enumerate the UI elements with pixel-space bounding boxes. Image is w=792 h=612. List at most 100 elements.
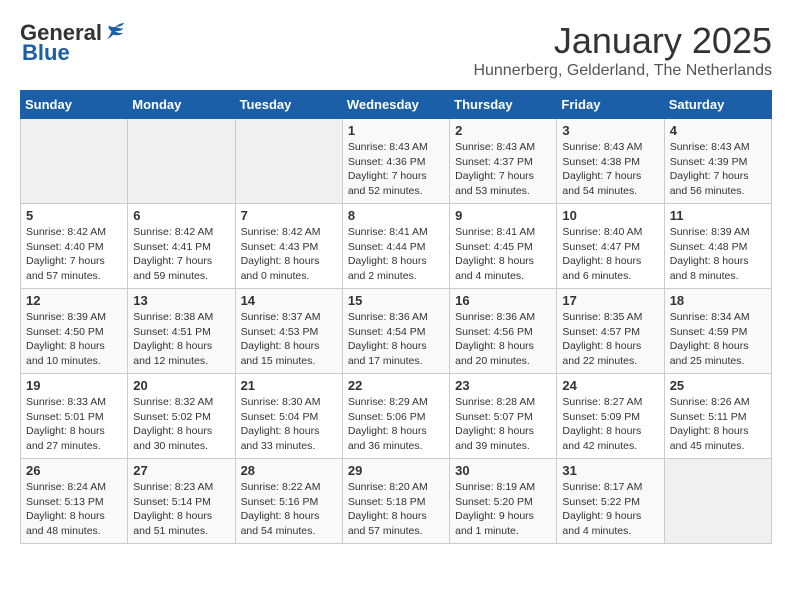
calendar-cell: 10 Sunrise: 8:40 AM Sunset: 4:47 PM Dayli… xyxy=(557,204,664,289)
calendar-cell: 21 Sunrise: 8:30 AM Sunset: 5:04 PM Dayli… xyxy=(235,374,342,459)
calendar-cell: 6 Sunrise: 8:42 AM Sunset: 4:41 PM Daylig… xyxy=(128,204,235,289)
day-number: 26 xyxy=(26,463,122,478)
day-number: 24 xyxy=(562,378,658,393)
day-info: Sunrise: 8:24 AM Sunset: 5:13 PM Dayligh… xyxy=(26,480,122,539)
calendar-cell: 2Sunrise: 8:43 AM Sunset: 4:37 PM Daylig… xyxy=(450,119,557,204)
calendar-cell: 14 Sunrise: 8:37 AM Sunset: 4:53 PM Dayli… xyxy=(235,289,342,374)
calendar-cell: 24Sunrise: 8:27 AM Sunset: 5:09 PM Dayli… xyxy=(557,374,664,459)
week-row-4: 19Sunrise: 8:33 AM Sunset: 5:01 PM Dayli… xyxy=(21,374,772,459)
calendar-table: SundayMondayTuesdayWednesdayThursdayFrid… xyxy=(20,90,772,544)
day-number: 6 xyxy=(133,208,229,223)
day-number: 13 xyxy=(133,293,229,308)
day-info: Sunrise: 8:32 AM Sunset: 5:02 PM Dayligh… xyxy=(133,395,229,454)
day-number: 15 xyxy=(348,293,444,308)
calendar-cell xyxy=(128,119,235,204)
calendar-cell: 9 Sunrise: 8:41 AM Sunset: 4:45 PM Daylig… xyxy=(450,204,557,289)
calendar-cell: 16Sunrise: 8:36 AM Sunset: 4:56 PM Dayli… xyxy=(450,289,557,374)
day-number: 27 xyxy=(133,463,229,478)
calendar-cell: 11 Sunrise: 8:39 AM Sunset: 4:48 PM Dayli… xyxy=(664,204,771,289)
weekday-header-tuesday: Tuesday xyxy=(235,91,342,119)
day-info: Sunrise: 8:30 AM Sunset: 5:04 PM Dayligh… xyxy=(241,395,337,454)
day-number: 11 xyxy=(670,208,766,223)
weekday-header-row: SundayMondayTuesdayWednesdayThursdayFrid… xyxy=(21,91,772,119)
title-block: January 2025 Hunnerberg, Gelderland, The… xyxy=(473,20,772,80)
day-info: Sunrise: 8:40 AM Sunset: 4:47 PM Dayligh… xyxy=(562,225,658,284)
day-number: 28 xyxy=(241,463,337,478)
weekday-header-wednesday: Wednesday xyxy=(342,91,449,119)
day-number: 2 xyxy=(455,123,551,138)
day-info: Sunrise: 8:19 AM Sunset: 5:20 PM Dayligh… xyxy=(455,480,551,539)
calendar-cell: 29 Sunrise: 8:20 AM Sunset: 5:18 PM Dayli… xyxy=(342,459,449,544)
weekday-header-sunday: Sunday xyxy=(21,91,128,119)
calendar-cell: 5 Sunrise: 8:42 AM Sunset: 4:40 PM Daylig… xyxy=(21,204,128,289)
day-info: Sunrise: 8:29 AM Sunset: 5:06 PM Dayligh… xyxy=(348,395,444,454)
day-info: Sunrise: 8:43 AM Sunset: 4:39 PM Dayligh… xyxy=(670,140,766,199)
day-number: 21 xyxy=(241,378,337,393)
week-row-2: 5 Sunrise: 8:42 AM Sunset: 4:40 PM Daylig… xyxy=(21,204,772,289)
calendar-cell: 31Sunrise: 8:17 AM Sunset: 5:22 PM Dayli… xyxy=(557,459,664,544)
calendar-cell: 27 Sunrise: 8:23 AM Sunset: 5:14 PM Dayli… xyxy=(128,459,235,544)
day-info: Sunrise: 8:41 AM Sunset: 4:44 PM Dayligh… xyxy=(348,225,444,284)
day-info: Sunrise: 8:34 AM Sunset: 4:59 PM Dayligh… xyxy=(670,310,766,369)
week-row-5: 26 Sunrise: 8:24 AM Sunset: 5:13 PM Dayli… xyxy=(21,459,772,544)
day-number: 22 xyxy=(348,378,444,393)
calendar-cell: 15 Sunrise: 8:36 AM Sunset: 4:54 PM Dayli… xyxy=(342,289,449,374)
day-info: Sunrise: 8:26 AM Sunset: 5:11 PM Dayligh… xyxy=(670,395,766,454)
day-number: 10 xyxy=(562,208,658,223)
calendar-cell: 25 Sunrise: 8:26 AM Sunset: 5:11 PM Dayli… xyxy=(664,374,771,459)
calendar-cell: 18 Sunrise: 8:34 AM Sunset: 4:59 PM Dayli… xyxy=(664,289,771,374)
calendar-cell: 17 Sunrise: 8:35 AM Sunset: 4:57 PM Dayli… xyxy=(557,289,664,374)
day-info: Sunrise: 8:36 AM Sunset: 4:56 PM Dayligh… xyxy=(455,310,551,369)
calendar-cell: 20 Sunrise: 8:32 AM Sunset: 5:02 PM Dayli… xyxy=(128,374,235,459)
day-info: Sunrise: 8:42 AM Sunset: 4:41 PM Dayligh… xyxy=(133,225,229,284)
weekday-header-monday: Monday xyxy=(128,91,235,119)
calendar-cell: 8Sunrise: 8:41 AM Sunset: 4:44 PM Daylig… xyxy=(342,204,449,289)
day-number: 31 xyxy=(562,463,658,478)
day-info: Sunrise: 8:39 AM Sunset: 4:48 PM Dayligh… xyxy=(670,225,766,284)
day-info: Sunrise: 8:42 AM Sunset: 4:43 PM Dayligh… xyxy=(241,225,337,284)
day-number: 1 xyxy=(348,123,444,138)
month-title: January 2025 xyxy=(473,20,772,62)
day-info: Sunrise: 8:41 AM Sunset: 4:45 PM Dayligh… xyxy=(455,225,551,284)
day-number: 29 xyxy=(348,463,444,478)
day-info: Sunrise: 8:35 AM Sunset: 4:57 PM Dayligh… xyxy=(562,310,658,369)
calendar-cell: 3Sunrise: 8:43 AM Sunset: 4:38 PM Daylig… xyxy=(557,119,664,204)
calendar-cell: 28 Sunrise: 8:22 AM Sunset: 5:16 PM Dayli… xyxy=(235,459,342,544)
day-number: 12 xyxy=(26,293,122,308)
calendar-cell xyxy=(664,459,771,544)
day-number: 5 xyxy=(26,208,122,223)
day-info: Sunrise: 8:33 AM Sunset: 5:01 PM Dayligh… xyxy=(26,395,122,454)
day-number: 17 xyxy=(562,293,658,308)
calendar-cell: 13 Sunrise: 8:38 AM Sunset: 4:51 PM Dayli… xyxy=(128,289,235,374)
location-subtitle: Hunnerberg, Gelderland, The Netherlands xyxy=(473,62,772,80)
calendar-cell: 1 Sunrise: 8:43 AM Sunset: 4:36 PM Daylig… xyxy=(342,119,449,204)
calendar-cell: 12Sunrise: 8:39 AM Sunset: 4:50 PM Dayli… xyxy=(21,289,128,374)
page-header: General Blue January 2025 Hunnerberg, Ge… xyxy=(20,20,772,80)
day-info: Sunrise: 8:43 AM Sunset: 4:36 PM Dayligh… xyxy=(348,140,444,199)
calendar-cell xyxy=(21,119,128,204)
day-info: Sunrise: 8:37 AM Sunset: 4:53 PM Dayligh… xyxy=(241,310,337,369)
day-info: Sunrise: 8:20 AM Sunset: 5:18 PM Dayligh… xyxy=(348,480,444,539)
day-number: 18 xyxy=(670,293,766,308)
day-info: Sunrise: 8:28 AM Sunset: 5:07 PM Dayligh… xyxy=(455,395,551,454)
day-number: 20 xyxy=(133,378,229,393)
day-number: 23 xyxy=(455,378,551,393)
calendar-cell: 22 Sunrise: 8:29 AM Sunset: 5:06 PM Dayli… xyxy=(342,374,449,459)
logo-bird-icon xyxy=(105,20,127,42)
logo: General Blue xyxy=(20,20,127,66)
day-number: 14 xyxy=(241,293,337,308)
day-number: 4 xyxy=(670,123,766,138)
logo-blue-text: Blue xyxy=(22,40,70,66)
calendar-cell: 4 Sunrise: 8:43 AM Sunset: 4:39 PM Daylig… xyxy=(664,119,771,204)
calendar-cell xyxy=(235,119,342,204)
day-info: Sunrise: 8:23 AM Sunset: 5:14 PM Dayligh… xyxy=(133,480,229,539)
day-info: Sunrise: 8:22 AM Sunset: 5:16 PM Dayligh… xyxy=(241,480,337,539)
day-number: 25 xyxy=(670,378,766,393)
day-number: 9 xyxy=(455,208,551,223)
day-info: Sunrise: 8:38 AM Sunset: 4:51 PM Dayligh… xyxy=(133,310,229,369)
day-info: Sunrise: 8:36 AM Sunset: 4:54 PM Dayligh… xyxy=(348,310,444,369)
weekday-header-friday: Friday xyxy=(557,91,664,119)
day-info: Sunrise: 8:42 AM Sunset: 4:40 PM Dayligh… xyxy=(26,225,122,284)
calendar-cell: 23 Sunrise: 8:28 AM Sunset: 5:07 PM Dayli… xyxy=(450,374,557,459)
week-row-1: 1 Sunrise: 8:43 AM Sunset: 4:36 PM Daylig… xyxy=(21,119,772,204)
